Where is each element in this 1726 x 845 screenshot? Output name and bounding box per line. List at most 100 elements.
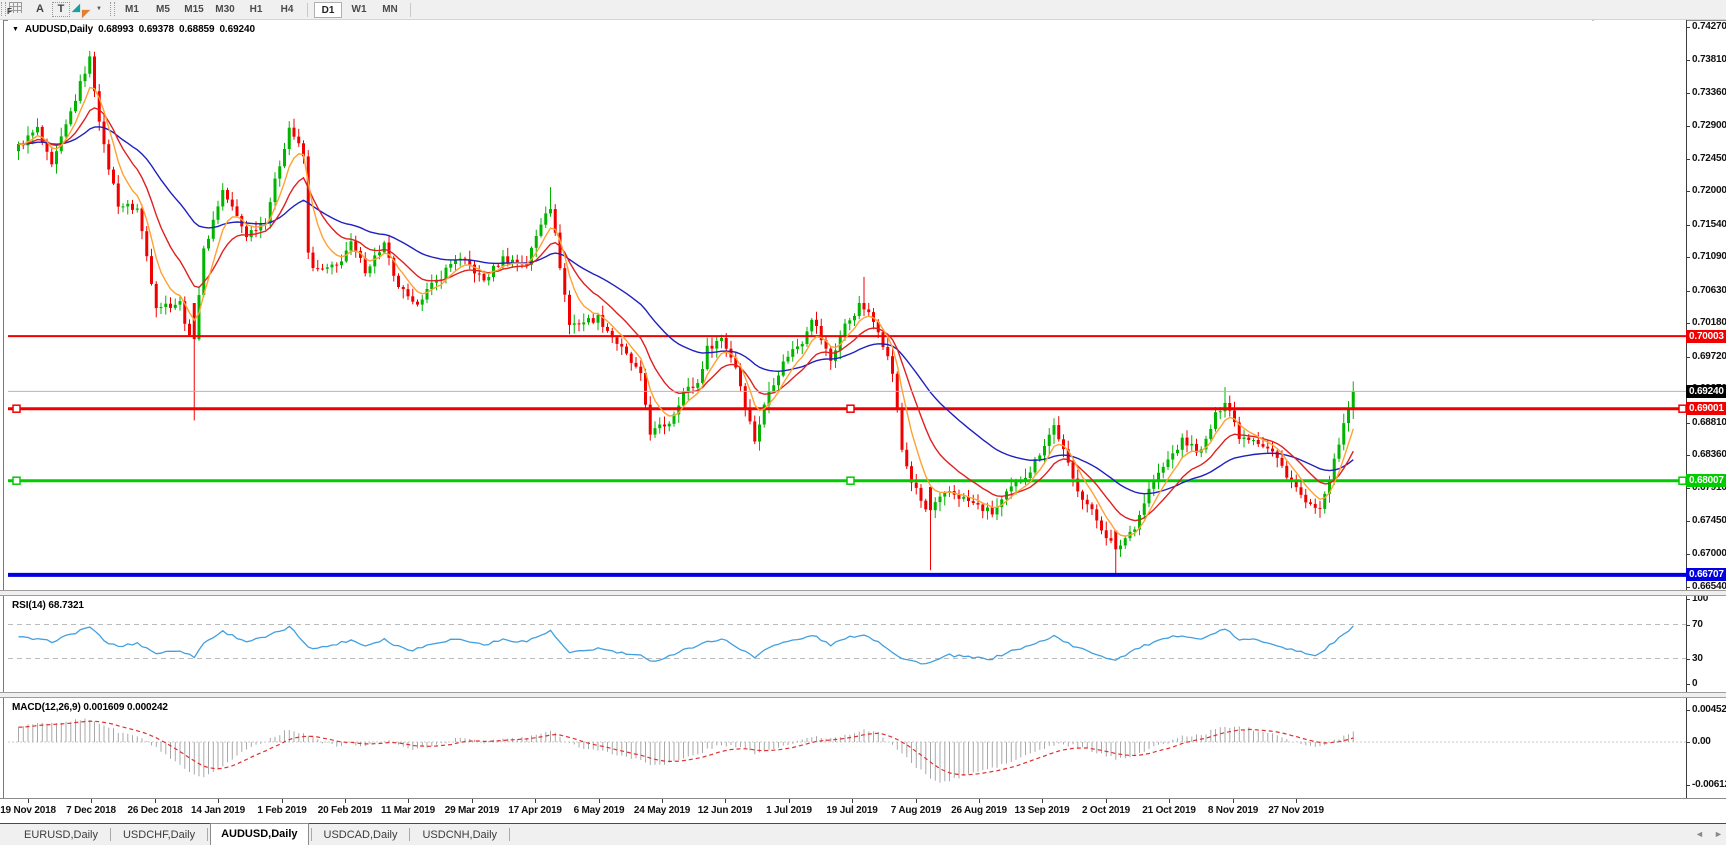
timeframe-button-m5[interactable]: M5 [149,2,177,18]
price-axis-label: 0.68360 [1692,449,1726,460]
chart-tab-eurusd[interactable]: EURUSD,Daily [14,825,108,845]
resistance-line-69001-handle[interactable] [847,405,854,412]
rsi-axis-label: 0 [1692,678,1697,689]
macd-panel[interactable] [8,698,1686,798]
rsi-panel[interactable] [8,596,1686,692]
grid-f-icon[interactable]: F [8,1,24,17]
price-badge-0.68007: 0.68007 [1686,474,1726,487]
price-tick [1686,423,1690,424]
date-tick [599,799,600,803]
hline-objects[interactable] [8,336,1686,575]
timeframe-button-mn[interactable]: MN [376,2,404,18]
toolbar: FAT ▼ M1M5M15M30H1H4 D1W1MN [0,0,1726,20]
date-axis-label: 24 May 2019 [634,805,690,816]
date-tick [472,799,473,803]
date-axis-label: 7 Aug 2019 [891,805,941,816]
support-line-68007-handle[interactable] [847,477,854,484]
price-tick [1686,93,1690,94]
date-axis-label: 1 Feb 2019 [257,805,306,816]
toolbar-grip[interactable] [1,2,6,16]
tab-separator [409,828,410,841]
price-tick [1686,554,1690,555]
price-badge-0.66707: 0.66707 [1686,568,1726,581]
support-line-68007-handle[interactable] [13,477,20,484]
window-border [3,19,4,845]
price-tick [1686,159,1690,160]
date-axis-label: 12 Jun 2019 [698,805,753,816]
candlestick-series [17,51,1355,575]
date-axis-label: 11 Mar 2019 [381,805,435,816]
price-axis-label: 0.70630 [1692,285,1726,296]
price-tick [1686,323,1690,324]
timeframe-button-h1[interactable]: H1 [242,2,270,18]
tab-separator [110,828,111,841]
text-tool-icon[interactable]: T [52,2,70,17]
timeframe-button-h4[interactable]: H4 [273,2,301,18]
date-tick [852,799,853,803]
date-tick [789,799,790,803]
current-price-badge: 0.69240 [1686,385,1726,398]
support-line-68007-handle[interactable] [1679,477,1686,484]
price-axis-label: 0.73360 [1692,87,1726,98]
price-tick [1686,587,1690,588]
label-a-icon[interactable]: A [32,1,48,17]
macd-tick [1686,710,1690,711]
macd-tick [1686,742,1690,743]
rsi-tick [1686,625,1690,626]
price-badge-0.69001: 0.69001 [1686,402,1726,415]
chart-tab-usdcad[interactable]: USDCAD,Daily [314,825,408,845]
date-axis-label: 2 Oct 2019 [1082,805,1130,816]
macd-axis-label: 0.00 [1692,736,1711,747]
tab-scroll-right-icon[interactable]: ► [1714,829,1723,839]
price-axis-label: 0.68810 [1692,417,1726,428]
ohlc-open: 0.68993 [98,24,133,35]
chart-tab-audusd[interactable]: AUDUSD,Daily [210,823,308,845]
color-arrows-icon[interactable] [74,1,90,17]
chart-tab-bar: EURUSD,DailyUSDCHF,DailyAUDUSD,Daily USDC… [0,824,1726,845]
rsi-tick [1686,684,1690,685]
price-axis-label: 0.67450 [1692,515,1726,526]
date-axis-label: 13 Sep 2019 [1014,805,1069,816]
price-axis-label: 0.67000 [1692,548,1726,559]
dropdown-caret-icon[interactable]: ▼ [96,6,102,12]
timeframe-button-m15[interactable]: M15 [180,2,208,18]
price-tick [1686,488,1690,489]
date-axis-label: 8 Nov 2019 [1208,805,1258,816]
date-axis-label: 17 Apr 2019 [508,805,562,816]
ma-mid-red [19,108,1354,521]
tab-scroll-left-icon[interactable]: ◄ [1695,829,1704,839]
macd-axis-label: -0.00612 [1692,779,1726,790]
date-tick [1296,799,1297,803]
date-axis-label: 14 Jan 2019 [191,805,245,816]
resistance-line-69001-handle[interactable] [1679,405,1686,412]
resistance-line-69001-handle[interactable] [13,405,20,412]
date-tick [1106,799,1107,803]
price-axis-label: 0.70180 [1692,317,1726,328]
date-axis-label: 27 Nov 2019 [1268,805,1324,816]
rsi-axis-label: 70 [1692,619,1703,630]
price-axis-label: 0.72450 [1692,153,1726,164]
date-tick [28,799,29,803]
toolbar-grip[interactable] [110,2,115,16]
timeframe-button-d1[interactable]: D1 [314,2,342,18]
rsi-axis-label: 30 [1692,653,1703,664]
panel-separator[interactable] [0,590,1726,596]
timeframe-button-m1[interactable]: M1 [118,2,146,18]
price-tick [1686,60,1690,61]
panel-separator[interactable] [0,692,1726,698]
macd-histogram [19,719,1354,783]
chart-tab-usdcnh[interactable]: USDCNH,Daily [412,825,507,845]
ma-slow-blue [19,127,1354,494]
timeframe-button-w1[interactable]: W1 [345,2,373,18]
date-tick [282,799,283,803]
date-axis[interactable]: 19 Nov 20187 Dec 201826 Dec 201814 Jan 2… [0,798,1726,824]
price-tick [1686,27,1690,28]
rsi-label: RSI(14) 68.7321 [12,600,84,611]
timeframe-button-m30[interactable]: M30 [211,2,239,18]
date-tick [155,799,156,803]
ohlc-collapse-icon[interactable]: ▼ [12,26,19,33]
toolbar-separator [307,3,308,17]
chart-tab-usdchf[interactable]: USDCHF,Daily [113,825,205,845]
chart-symbol-period: AUDUSD,Daily [25,24,93,35]
price-chart-panel[interactable] [8,20,1686,590]
